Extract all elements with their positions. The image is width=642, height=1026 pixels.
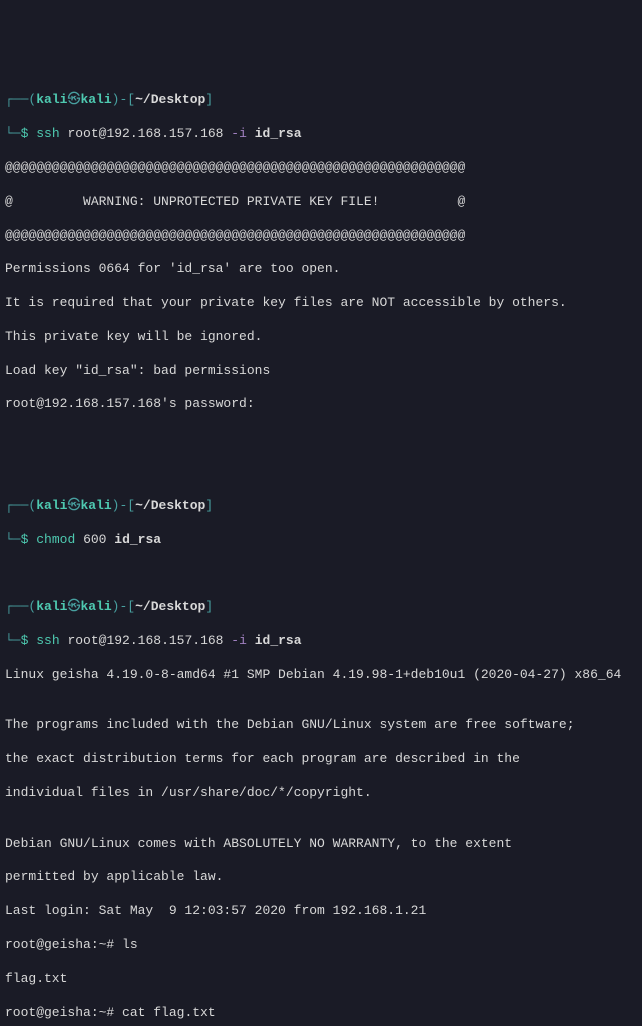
rbracket: ]	[205, 92, 213, 107]
prompt-line-1-top: ┌──(kali㉿kali)-[~/Desktop]	[5, 92, 637, 109]
remote-command: cat flag.txt	[122, 1005, 216, 1020]
command-arg: root@192.168.157.168	[67, 633, 223, 648]
blank-line	[5, 430, 637, 447]
at-icon: ㉿	[67, 92, 80, 107]
output-line: Load key "id_rsa": bad permissions	[5, 363, 637, 380]
remote-prompt: root@geisha:~#	[5, 937, 122, 952]
corner-bottom-icon: └─	[5, 126, 21, 141]
warning-border-bottom: @@@@@@@@@@@@@@@@@@@@@@@@@@@@@@@@@@@@@@@@…	[5, 228, 637, 245]
command: chmod	[36, 532, 75, 547]
hostname: kali	[80, 92, 111, 107]
output-line: Permissions 0664 for 'id_rsa' are too op…	[5, 261, 637, 278]
warning-border-top: @@@@@@@@@@@@@@@@@@@@@@@@@@@@@@@@@@@@@@@@…	[5, 160, 637, 177]
prompt-line-2-cmd: └─$ chmod 600 id_rsa	[5, 532, 637, 549]
remote-command: ls	[122, 937, 138, 952]
command: ssh	[36, 633, 59, 648]
command-arg: 600	[83, 532, 106, 547]
motd-line: Linux geisha 4.19.0-8-amd64 #1 SMP Debia…	[5, 667, 637, 684]
prompt-line-1-cmd: └─$ ssh root@192.168.157.168 -i id_rsa	[5, 126, 637, 143]
output-line: It is required that your private key fil…	[5, 295, 637, 312]
remote-prompt: root@geisha:~#	[5, 1005, 122, 1020]
motd-line: Last login: Sat May 9 12:03:57 2020 from…	[5, 903, 637, 920]
motd-line: the exact distribution terms for each pr…	[5, 751, 637, 768]
remote-prompt-line: root@geisha:~# cat flag.txt	[5, 1005, 637, 1022]
motd-line: Debian GNU/Linux comes with ABSOLUTELY N…	[5, 836, 637, 853]
prompt-line-3-cmd: └─$ ssh root@192.168.157.168 -i id_rsa	[5, 633, 637, 650]
motd-line: The programs included with the Debian GN…	[5, 717, 637, 734]
command-flag-arg: id_rsa	[255, 126, 302, 141]
motd-line: permitted by applicable law.	[5, 869, 637, 886]
warning-text: @ WARNING: UNPROTECTED PRIVATE KEY FILE!…	[5, 194, 637, 211]
motd-line: individual files in /usr/share/doc/*/cop…	[5, 785, 637, 802]
prompt-symbol: $	[21, 126, 29, 141]
command-flag-arg: id_rsa	[255, 633, 302, 648]
corner-icon: ┌──(	[5, 92, 36, 107]
terminal[interactable]: ┌──(kali㉿kali)-[~/Desktop] └─$ ssh root@…	[5, 76, 637, 1026]
blank-line	[5, 565, 637, 582]
command: ssh	[36, 126, 59, 141]
output-line: root@192.168.157.168's password:	[5, 396, 637, 413]
remote-output: flag.txt	[5, 971, 637, 988]
command-flag: -i	[231, 126, 247, 141]
prompt-line-2-top: ┌──(kali㉿kali)-[~/Desktop]	[5, 498, 637, 515]
command-flag: -i	[231, 633, 247, 648]
blank-line	[5, 464, 637, 481]
username: kali	[36, 92, 67, 107]
command-file: id_rsa	[114, 532, 161, 547]
prompt-line-3-top: ┌──(kali㉿kali)-[~/Desktop]	[5, 599, 637, 616]
lbracket: [	[127, 92, 135, 107]
remote-prompt-line: root@geisha:~# ls	[5, 937, 637, 954]
output-line: This private key will be ignored.	[5, 329, 637, 346]
command-arg: root@192.168.157.168	[67, 126, 223, 141]
cwd: ~/Desktop	[135, 92, 205, 107]
